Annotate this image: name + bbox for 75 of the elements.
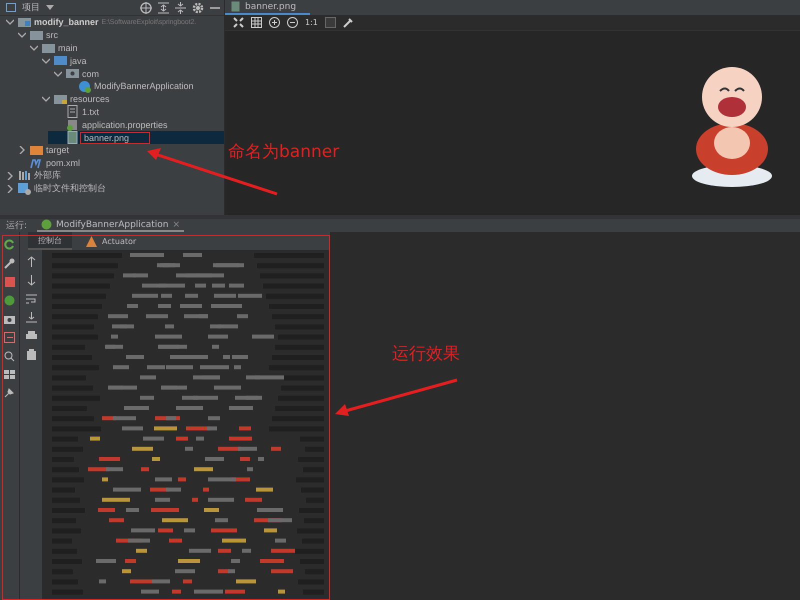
folder-icon xyxy=(54,92,67,106)
settings-icon[interactable] xyxy=(192,2,204,14)
target-icon[interactable] xyxy=(140,2,152,14)
tree-item[interactable]: application.properties xyxy=(48,118,224,132)
background-icon[interactable] xyxy=(324,17,336,28)
chevron-right-icon[interactable] xyxy=(18,146,26,154)
wrench-icon[interactable] xyxy=(4,258,15,270)
image-file-icon xyxy=(66,131,79,144)
folder-icon xyxy=(30,28,43,42)
pin-icon[interactable] xyxy=(4,387,15,398)
image-file-icon xyxy=(231,1,240,12)
annotation-text: 运行效果 xyxy=(392,343,460,365)
chevron-down-icon[interactable] xyxy=(42,56,50,65)
chevron-down-icon[interactable] xyxy=(42,95,50,104)
run-label: 运行: xyxy=(6,220,28,232)
tree-item[interactable]: banner.png xyxy=(48,131,224,144)
folder-icon xyxy=(30,144,43,157)
zoom-out-icon[interactable] xyxy=(287,17,298,28)
tree-item[interactable]: com xyxy=(48,67,224,80)
chevron-down-icon[interactable] xyxy=(18,31,26,40)
tree-item[interactable]: java xyxy=(36,54,224,68)
fit-icon[interactable] xyxy=(233,17,244,28)
tree-item[interactable]: main xyxy=(24,42,224,54)
expand-all-icon[interactable] xyxy=(158,2,169,14)
chevron-down-icon[interactable] xyxy=(54,70,62,78)
grid-icon[interactable] xyxy=(251,17,262,28)
zoom-in-icon[interactable] xyxy=(269,17,280,28)
exit-icon[interactable] xyxy=(4,332,15,344)
module-folder-icon xyxy=(18,16,31,29)
rerun-icon[interactable] xyxy=(4,239,15,250)
file-icon xyxy=(66,105,79,118)
scratch-icon xyxy=(18,182,31,196)
folder-icon xyxy=(42,42,55,54)
console-tab[interactable]: Actuator xyxy=(76,232,146,250)
tree-item[interactable]: src xyxy=(12,28,224,42)
chevron-right-icon[interactable] xyxy=(6,184,14,193)
spring-app-icon xyxy=(41,219,52,230)
console-tab[interactable]: 控制台 xyxy=(28,232,72,250)
chevron-down-icon[interactable] xyxy=(30,44,38,52)
tree-item[interactable]: 临时文件和控制台 xyxy=(0,182,224,196)
color-picker-icon[interactable] xyxy=(342,17,354,28)
print-icon[interactable] xyxy=(26,331,36,342)
tree-item[interactable]: ModifyBannerApplication xyxy=(60,80,224,93)
class-icon xyxy=(78,80,91,93)
up-arrow-icon[interactable] xyxy=(26,256,36,268)
soft-wrap-icon[interactable] xyxy=(26,294,36,304)
close-icon[interactable]: × xyxy=(172,220,180,230)
stop-icon[interactable] xyxy=(4,277,14,288)
camera-icon[interactable] xyxy=(4,314,15,324)
actual-size-button[interactable]: 1:1 xyxy=(305,18,318,27)
down-arrow-icon[interactable] xyxy=(26,275,36,286)
tree-item[interactable]: target xyxy=(12,144,224,157)
tree-item[interactable]: pom.xml xyxy=(12,156,224,170)
dropdown-icon[interactable] xyxy=(46,4,54,10)
chevron-right-icon[interactable] xyxy=(6,172,14,180)
chevron-down-icon[interactable] xyxy=(6,18,14,26)
actuator-icon xyxy=(86,236,97,247)
collapse-all-icon[interactable] xyxy=(175,2,186,14)
scroll-to-end-icon[interactable] xyxy=(26,312,36,324)
highlight-frame: banner.png xyxy=(80,132,150,144)
layout-icon[interactable] xyxy=(4,370,15,380)
panel-title[interactable]: 项目 xyxy=(22,1,40,14)
panel-icon xyxy=(6,3,16,12)
settings-file-icon xyxy=(66,118,79,132)
annotation-text: 命名为banner xyxy=(228,141,340,163)
trash-icon[interactable] xyxy=(26,349,36,360)
tree-item[interactable]: 外部库 xyxy=(0,170,224,182)
folder-icon xyxy=(54,54,67,68)
library-icon xyxy=(18,169,31,182)
search-icon[interactable] xyxy=(4,351,15,362)
tree-item[interactable]: resources xyxy=(36,92,224,106)
tree-item[interactable]: 1.txt xyxy=(48,106,224,118)
restart-icon[interactable] xyxy=(4,295,15,306)
maven-icon xyxy=(30,156,43,170)
package-icon xyxy=(66,67,79,80)
